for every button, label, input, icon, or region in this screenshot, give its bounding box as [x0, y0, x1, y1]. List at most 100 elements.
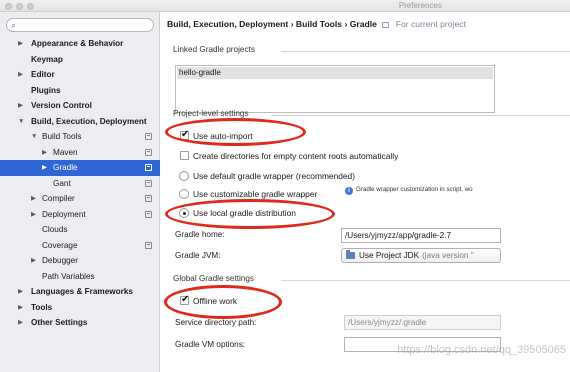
sidebar-item-build-tools[interactable]: ▼ Build Tools [0, 129, 160, 145]
section-divider [281, 51, 570, 52]
linked-projects-list[interactable]: hello-gradle [175, 65, 495, 113]
global-settings-heading: Global Gradle settings [173, 274, 255, 283]
breadcrumb: Build, Execution, Deployment › Build Too… [167, 19, 466, 29]
gradle-home-label: Gradle home: [175, 230, 225, 239]
sidebar-item-maven[interactable]: ▶ Maven [0, 145, 160, 161]
sidebar-item-plugins[interactable]: Plugins [0, 83, 160, 99]
sidebar-item-label: Keymap [31, 54, 63, 64]
project-scope-icon [382, 22, 390, 28]
project-scope-icon [145, 148, 152, 156]
breadcrumb-scope: For current project [395, 19, 466, 29]
chevron-right-icon[interactable]: ▶ [18, 36, 23, 52]
chevron-right-icon[interactable]: ▶ [42, 145, 47, 161]
sidebar-item-label: Other Settings [31, 318, 88, 327]
sidebar-item-label: Gradle [53, 163, 78, 172]
info-icon: i [345, 187, 353, 195]
search-box[interactable]: ⌕ [6, 18, 154, 32]
chevron-right-icon[interactable]: ▶ [31, 191, 36, 207]
sidebar-item-label: Maven [53, 147, 78, 157]
project-scope-icon [145, 164, 152, 171]
project-scope-icon [145, 195, 152, 202]
linked-projects-heading: Linked Gradle projects [173, 45, 255, 54]
gradle-jvm-value: Use Project JDK [359, 251, 420, 260]
gradle-home-field[interactable]: /Users/yjmyzz/app/gradle-2.7 [341, 228, 501, 243]
sidebar-item-tools[interactable]: ▶ Tools [0, 300, 160, 316]
sidebar-item-debugger[interactable]: ▶ Debugger [0, 253, 160, 269]
sidebar-item-label: Gant [53, 178, 71, 188]
search-input[interactable] [21, 20, 149, 30]
sidebar-item-compiler[interactable]: ▶ Compiler [0, 191, 160, 207]
settings-tree: ▶ Appearance & Behavior Keymap ▶ Editor … [0, 36, 160, 331]
default-wrapper-radio[interactable]: Use default gradle wrapper (recommended) [179, 170, 355, 183]
gradle-jvm-label: Gradle JVM: [175, 251, 221, 260]
window-title: Preferences [398, 1, 442, 10]
default-wrapper-label: Use default gradle wrapper (recommended) [193, 171, 355, 181]
sidebar-item-path-variables[interactable]: Path Variables [0, 269, 160, 285]
sidebar-item-deployment[interactable]: ▶ Deployment [0, 207, 160, 223]
section-divider [271, 115, 570, 116]
chevron-right-icon[interactable]: ▶ [18, 300, 23, 316]
chevron-right-icon[interactable]: ▶ [42, 160, 47, 176]
annotation-ring-offline-work [164, 285, 282, 319]
sidebar-item-label: Tools [31, 302, 53, 312]
annotation-ring-auto-import [165, 118, 306, 146]
sidebar-item-label: Languages & Frameworks [31, 287, 133, 296]
radio-button[interactable] [179, 189, 189, 199]
sidebar-item-languages-frameworks[interactable]: ▶ Languages & Frameworks [0, 284, 160, 300]
sidebar-item-other-settings[interactable]: ▶ Other Settings [0, 315, 160, 331]
watermark: https://blog.csdn.net/qq_39505065 [397, 344, 566, 356]
sidebar-item-label: Debugger [42, 256, 78, 265]
sidebar-item-coverage[interactable]: Coverage [0, 238, 160, 254]
chevron-down-icon[interactable]: ▼ [18, 114, 24, 130]
checkbox-box[interactable] [180, 151, 189, 160]
project-settings-heading: Project-level settings [173, 109, 249, 118]
sidebar-item-label: Build, Execution, Deployment [31, 116, 147, 126]
sidebar-item-version-control[interactable]: ▶ Version Control [0, 98, 160, 114]
chevron-right-icon[interactable]: ▶ [18, 98, 23, 114]
sidebar-item-label: Compiler [42, 194, 75, 203]
chevron-right-icon[interactable]: ▶ [18, 284, 23, 300]
sidebar-item-keymap[interactable]: Keymap [0, 52, 160, 68]
sidebar-item-label: Coverage [42, 240, 78, 250]
sidebar-item-label: Build Tools [42, 132, 82, 141]
sidebar-item-label: Clouds [42, 225, 68, 234]
custom-wrapper-label: Use customizable gradle wrapper [193, 189, 318, 199]
wrapper-info-text: Gradle wrapper customization in script, … [356, 186, 473, 193]
sidebar-item-label: Deployment [42, 209, 86, 219]
sidebar-item-label: Appearance & Behavior [31, 39, 124, 48]
sidebar-item-clouds[interactable]: Clouds [0, 222, 160, 238]
gradle-jvm-version: (java version " [422, 251, 474, 260]
sidebar-item-gant[interactable]: Gant [0, 176, 160, 192]
radio-button[interactable] [179, 171, 189, 181]
vm-options-label: Gradle VM options: [175, 340, 246, 349]
sidebar-item-label: Version Control [31, 101, 92, 110]
annotation-ring-local-distribution [165, 199, 335, 229]
jdk-folder-icon [346, 250, 355, 259]
project-scope-icon [145, 179, 152, 187]
service-dir-field[interactable]: /Users/yjmyzz/.gradle [344, 315, 501, 330]
settings-sidebar: ⌕ ▶ Appearance & Behavior Keymap ▶ Edito… [0, 12, 160, 372]
breadcrumb-path: Build, Execution, Deployment › Build Too… [167, 19, 377, 29]
list-item[interactable]: hello-gradle [177, 67, 493, 79]
wrapper-info: i Gradle wrapper customization in script,… [345, 186, 473, 195]
service-dir-label: Service directory path: [175, 318, 257, 327]
gradle-jvm-dropdown[interactable]: Use Project JDK (java version " [341, 248, 501, 263]
chevron-right-icon[interactable]: ▶ [18, 67, 23, 83]
title-bar: Preferences [0, 0, 570, 12]
section-divider [281, 280, 570, 281]
project-scope-icon [145, 241, 152, 249]
sidebar-item-appearance-behavior[interactable]: ▶ Appearance & Behavior [0, 36, 160, 52]
create-dirs-label: Create directories for empty content roo… [193, 151, 399, 161]
sidebar-item-build-execution-deployment[interactable]: ▼ Build, Execution, Deployment [0, 114, 160, 130]
search-icon: ⌕ [11, 20, 17, 30]
chevron-right-icon[interactable]: ▶ [31, 253, 36, 269]
create-dirs-checkbox[interactable]: Create directories for empty content roo… [180, 150, 398, 163]
chevron-down-icon[interactable]: ▼ [31, 129, 37, 145]
chevron-right-icon[interactable]: ▶ [18, 315, 23, 331]
sidebar-item-label: Plugins [31, 85, 61, 95]
sidebar-item-editor[interactable]: ▶ Editor [0, 67, 160, 83]
project-scope-icon [145, 133, 152, 140]
sidebar-item-label: Path Variables [42, 271, 95, 281]
chevron-right-icon[interactable]: ▶ [31, 207, 36, 223]
sidebar-item-gradle[interactable]: ▶ Gradle [0, 160, 160, 176]
